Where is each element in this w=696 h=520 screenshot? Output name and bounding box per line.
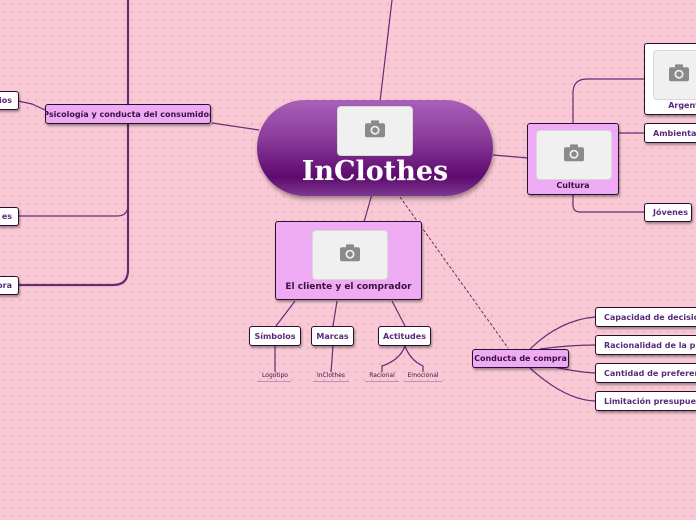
client-image (312, 230, 388, 280)
camera-icon (340, 244, 360, 262)
left-item-label: ios (0, 96, 12, 105)
topic-label: Conducta de compra (474, 354, 567, 363)
central-image (337, 106, 413, 156)
topic-label: Psicología y conducta del consumidor (45, 109, 211, 119)
camera-icon (669, 64, 689, 82)
purchase-item-2[interactable]: Racionalidad de la prefe (595, 335, 696, 355)
child-label: Marcas (316, 331, 349, 341)
culture-label: Cultura (556, 181, 590, 190)
client-label: El cliente y el comprador (285, 282, 412, 292)
leaf-emocional[interactable]: Emocional (403, 372, 443, 379)
culture-item-argent[interactable]: Argent (644, 43, 696, 115)
purchase-item-label: Racionalidad de la prefe (604, 340, 696, 350)
topic-client[interactable]: El cliente y el comprador (275, 221, 422, 300)
argent-image (653, 50, 696, 100)
culture-image (536, 130, 612, 180)
purchase-item-3[interactable]: Cantidad de preferencia (595, 363, 696, 383)
culture-item-label: Argent (668, 101, 696, 110)
topic-culture[interactable]: Cultura (527, 123, 619, 195)
culture-item-ambiental[interactable]: Ambientalis (644, 123, 696, 143)
left-item-1[interactable]: ios (0, 91, 19, 110)
left-item-3[interactable]: ora (0, 276, 19, 295)
client-child-simbolos[interactable]: Símbolos (249, 326, 301, 346)
purchase-item-1[interactable]: Capacidad de decisión (595, 307, 696, 327)
leaf-underline (313, 381, 349, 382)
child-label: Símbolos (254, 331, 296, 341)
culture-item-label: Ambientalis (653, 128, 696, 138)
culture-item-label: Jóvenes (653, 208, 688, 217)
leaf-underline (404, 381, 442, 382)
purchase-item-label: Capacidad de decisión (604, 312, 696, 322)
topic-purchase[interactable]: Conducta de compra (472, 349, 569, 368)
purchase-item-label: Limitación presupuestar (604, 396, 696, 406)
central-title: InClothes (301, 156, 449, 187)
leaf-underline (257, 381, 291, 382)
left-item-label: ora (0, 281, 12, 290)
client-child-marcas[interactable]: Marcas (311, 326, 354, 346)
leaf-inclothes[interactable]: InClothes (312, 372, 350, 379)
left-item-2[interactable]: es (0, 207, 19, 226)
child-label: Actitudes (383, 331, 426, 341)
left-item-label: es (1, 212, 12, 221)
camera-icon (564, 144, 584, 162)
purchase-item-label: Cantidad de preferencia (604, 368, 696, 378)
leaf-underline (365, 381, 399, 382)
leaf-logotipo[interactable]: Logotipo (256, 372, 294, 379)
purchase-item-4[interactable]: Limitación presupuestar (595, 391, 696, 411)
leaf-racional[interactable]: Racional (364, 372, 400, 379)
camera-icon (365, 120, 385, 138)
topic-psychology[interactable]: Psicología y conducta del consumidor (45, 104, 211, 124)
central-topic[interactable]: InClothes (257, 100, 493, 196)
culture-item-jovenes[interactable]: Jóvenes (644, 203, 692, 222)
client-child-actitudes[interactable]: Actitudes (378, 326, 431, 346)
